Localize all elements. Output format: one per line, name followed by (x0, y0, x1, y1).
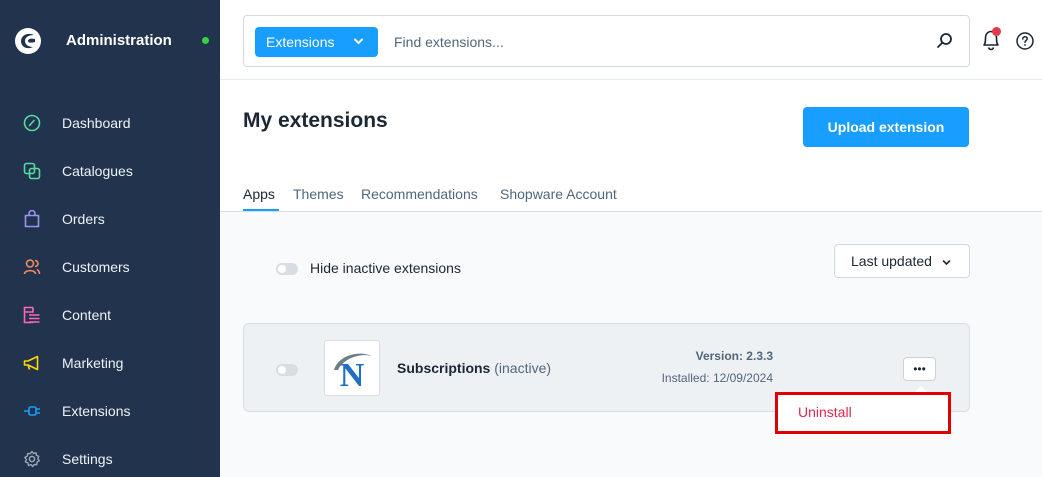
sidebar-item-dashboard[interactable]: Dashboard (0, 103, 220, 143)
gear-icon (23, 450, 41, 468)
chevron-down-icon (354, 38, 363, 45)
svg-text:N: N (340, 357, 365, 392)
tab-themes[interactable]: Themes (293, 186, 344, 202)
content-layout-icon (23, 306, 41, 324)
tab-recommendations[interactable]: Recommendations (361, 186, 478, 202)
tab-apps[interactable]: Apps (243, 186, 275, 202)
extension-status: (inactive) (494, 360, 552, 376)
extension-activate-toggle[interactable] (276, 364, 298, 376)
sidebar-item-content[interactable]: Content (0, 295, 220, 335)
hide-inactive-label: Hide inactive extensions (310, 260, 461, 276)
sidebar-item-label: Extensions (62, 403, 131, 419)
sidebar-item-label: Catalogues (62, 163, 133, 179)
sort-select-value: Last updated (851, 253, 932, 269)
sidebar-item-orders[interactable]: Orders (0, 199, 220, 239)
sidebar-item-marketing[interactable]: Marketing (0, 343, 220, 383)
topbar-divider (220, 79, 1042, 80)
brand-header: Administration (0, 0, 220, 80)
extension-name-text: Subscriptions (397, 360, 491, 376)
sidebar-item-label: Customers (62, 259, 130, 275)
sidebar-item-label: Marketing (62, 355, 124, 371)
sidebar-item-extensions[interactable]: Extensions (0, 391, 220, 431)
catalogue-products-icon (23, 162, 41, 180)
sidebar-item-catalogues[interactable]: Catalogues (0, 151, 220, 191)
hide-inactive-toggle[interactable] (276, 263, 298, 275)
plug-icon (23, 402, 41, 420)
more-actions-button[interactable]: ••• (903, 357, 936, 381)
search-input[interactable] (394, 31, 914, 53)
extension-logo: N (324, 340, 380, 396)
context-menu: Uninstall (775, 392, 951, 434)
sidebar-item-label: Settings (62, 451, 113, 467)
brand-title: Administration (66, 32, 172, 49)
sidebar-item-label: Content (62, 307, 112, 323)
extension-installed-date: Installed: 12/09/2024 (661, 371, 773, 385)
search-type-dropdown[interactable]: Extensions (255, 27, 378, 57)
help-icon[interactable] (1015, 31, 1035, 51)
search-icon[interactable] (935, 31, 955, 51)
search-type-label: Extensions (266, 34, 335, 50)
tab-shopware-account[interactable]: Shopware Account (500, 186, 617, 202)
shopware-logo-icon[interactable] (14, 27, 42, 55)
upload-extension-button[interactable]: Upload extension (803, 107, 969, 147)
global-search-bar: Extensions (243, 15, 970, 67)
sidebar-item-settings[interactable]: Settings (0, 439, 220, 477)
extension-name: Subscriptions (inactive) (397, 360, 551, 376)
sidebar: Administration Dashboard Catalogues Orde… (0, 0, 220, 477)
more-icon: ••• (913, 362, 926, 376)
sidebar-item-label: Orders (62, 211, 105, 227)
megaphone-icon (23, 354, 41, 372)
shopping-bag-icon (23, 210, 41, 228)
extension-version: Version: 2.3.3 (695, 349, 773, 363)
notification-badge (992, 27, 1001, 36)
online-status-indicator (202, 37, 209, 44)
page-title: My extensions (243, 109, 388, 132)
sidebar-item-label: Dashboard (62, 115, 131, 131)
sidebar-item-customers[interactable]: Customers (0, 247, 220, 287)
uninstall-menu-item[interactable]: Uninstall (798, 404, 852, 420)
dashboard-gauge-icon (23, 114, 41, 132)
chevron-down-icon (942, 260, 951, 266)
sort-select[interactable]: Last updated (834, 244, 970, 278)
customers-users-icon (23, 258, 41, 276)
